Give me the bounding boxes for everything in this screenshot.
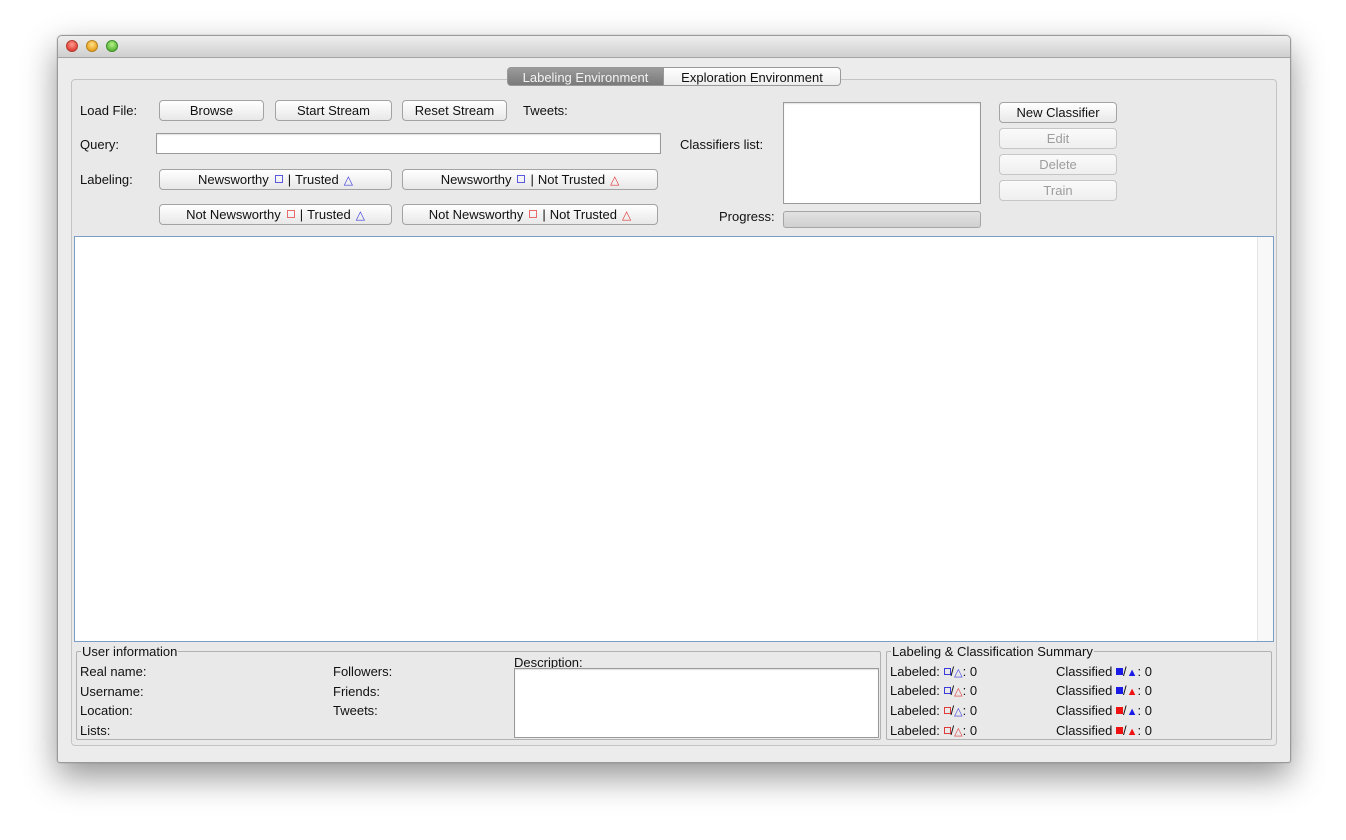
tweets-display-area[interactable] (74, 236, 1274, 642)
blue-filled-triangle-icon: ▲ (1126, 706, 1138, 718)
labeled-count: : 0 (962, 703, 978, 718)
load-file-label: Load File: (80, 103, 138, 118)
progress-label: Progress: (719, 209, 775, 224)
username-label: Username: (80, 684, 144, 699)
red-triangle-icon: △ (954, 686, 963, 698)
lists-label: Lists: (80, 723, 111, 738)
close-window-button[interactable] (66, 40, 78, 52)
classified-count: : 0 (1137, 723, 1152, 738)
classified-count: : 0 (1137, 664, 1152, 679)
blue-filled-square-icon (1115, 668, 1123, 676)
summary-labeled-row: Labeled: /△: 0 (890, 683, 977, 698)
tab-labeling-environment[interactable]: Labeling Environment (507, 67, 664, 86)
not-newsworthy-square-icon (529, 210, 538, 218)
real-name-label: Real name: (80, 664, 147, 679)
red-filled-square-icon (1115, 707, 1123, 715)
red-square-icon (943, 707, 951, 715)
not-trusted-text: Not Trusted (537, 172, 606, 187)
label-not-newsworthy-not-trusted-button[interactable]: Not Newsworthy | Not Trusted △ (402, 204, 658, 225)
classified-text: Classified (1056, 723, 1113, 738)
zoom-window-button[interactable] (106, 40, 118, 52)
blue-filled-square-icon (1115, 687, 1123, 695)
blue-triangle-icon: △ (954, 706, 963, 718)
summary-classified-row: Classified /▲: 0 (1056, 703, 1152, 718)
classified-text: Classified (1056, 703, 1113, 718)
trusted-text: Trusted (307, 207, 351, 222)
start-stream-button[interactable]: Start Stream (275, 100, 392, 121)
newsworthy-square-icon (517, 175, 526, 183)
followers-label: Followers: (333, 664, 393, 679)
summary-labeled-row: Labeled: /△: 0 (890, 703, 977, 718)
not-newsworthy-square-icon (286, 210, 295, 218)
tweets-count-label: Tweets: (523, 103, 568, 118)
user-information-legend: User information (82, 644, 178, 659)
summary-classified-row: Classified /▲: 0 (1056, 683, 1152, 698)
query-input[interactable] (156, 133, 661, 154)
trusted-text: Trusted (295, 172, 339, 187)
label-newsworthy-trusted-button[interactable]: Newsworthy | Trusted △ (159, 169, 392, 190)
tab-exploration-environment[interactable]: Exploration Environment (664, 67, 841, 86)
blue-filled-triangle-icon: ▲ (1126, 667, 1138, 679)
delete-classifier-button[interactable]: Delete (999, 154, 1117, 175)
summary-labeled-row: Labeled: /△: 0 (890, 664, 977, 679)
location-label: Location: (80, 703, 133, 718)
query-label: Query: (80, 137, 120, 152)
separator: | (287, 172, 292, 187)
labeled-text: Labeled: (890, 723, 940, 738)
new-classifier-button[interactable]: New Classifier (999, 102, 1117, 123)
labeling-label: Labeling: (80, 172, 133, 187)
not-trusted-triangle-icon: △ (622, 207, 632, 222)
summary-classified-row: Classified /▲: 0 (1056, 723, 1152, 738)
not-newsworthy-text: Not Newsworthy (186, 207, 281, 222)
label-not-newsworthy-trusted-button[interactable]: Not Newsworthy | Trusted △ (159, 204, 392, 225)
blue-triangle-icon: △ (954, 667, 963, 679)
classifiers-list-label: Classifiers list: (680, 137, 764, 152)
train-classifier-button[interactable]: Train (999, 180, 1117, 201)
red-filled-triangle-icon: ▲ (1126, 726, 1138, 738)
red-triangle-icon: △ (954, 726, 963, 738)
title-bar (58, 36, 1290, 58)
app-window: Labeling Environment Exploration Environ… (57, 35, 1291, 763)
training-progress-bar (783, 211, 981, 228)
newsworthy-square-icon (274, 175, 283, 183)
classified-text: Classified (1056, 683, 1113, 698)
classified-count: : 0 (1137, 703, 1152, 718)
not-trusted-text: Not Trusted (549, 207, 617, 222)
summary-classified-row: Classified /▲: 0 (1056, 664, 1152, 679)
separator: | (542, 207, 546, 222)
description-textarea[interactable] (514, 668, 879, 738)
browse-button[interactable]: Browse (159, 100, 264, 121)
not-newsworthy-text: Not Newsworthy (428, 207, 524, 222)
newsworthy-text: Newsworthy (440, 172, 512, 187)
summary-legend: Labeling & Classification Summary (892, 644, 1093, 659)
not-trusted-triangle-icon: △ (610, 172, 620, 187)
trusted-triangle-icon: △ (343, 172, 353, 187)
classified-text: Classified (1056, 664, 1113, 679)
summary-labeled-row: Labeled: /△: 0 (890, 723, 977, 738)
minimize-window-button[interactable] (86, 40, 98, 52)
labeled-text: Labeled: (890, 664, 940, 679)
labeled-count: : 0 (962, 683, 978, 698)
friends-label: Friends: (333, 684, 380, 699)
labeled-text: Labeled: (890, 703, 940, 718)
classifiers-listbox[interactable] (783, 102, 981, 204)
tweets-scrollbar[interactable] (1257, 237, 1273, 641)
red-filled-square-icon (1115, 727, 1123, 735)
user-tweets-label: Tweets: (333, 703, 378, 718)
labeled-count: : 0 (962, 723, 978, 738)
blue-square-icon (943, 687, 951, 695)
red-filled-triangle-icon: ▲ (1126, 686, 1138, 698)
separator: | (530, 172, 534, 187)
label-newsworthy-not-trusted-button[interactable]: Newsworthy | Not Trusted △ (402, 169, 658, 190)
blue-square-icon (943, 668, 951, 676)
classified-count: : 0 (1137, 683, 1152, 698)
labeled-text: Labeled: (890, 683, 940, 698)
red-square-icon (943, 727, 951, 735)
labeled-count: : 0 (962, 664, 978, 679)
edit-classifier-button[interactable]: Edit (999, 128, 1117, 149)
separator: | (299, 207, 304, 222)
reset-stream-button[interactable]: Reset Stream (402, 100, 507, 121)
newsworthy-text: Newsworthy (197, 172, 269, 187)
trusted-triangle-icon: △ (355, 207, 365, 222)
